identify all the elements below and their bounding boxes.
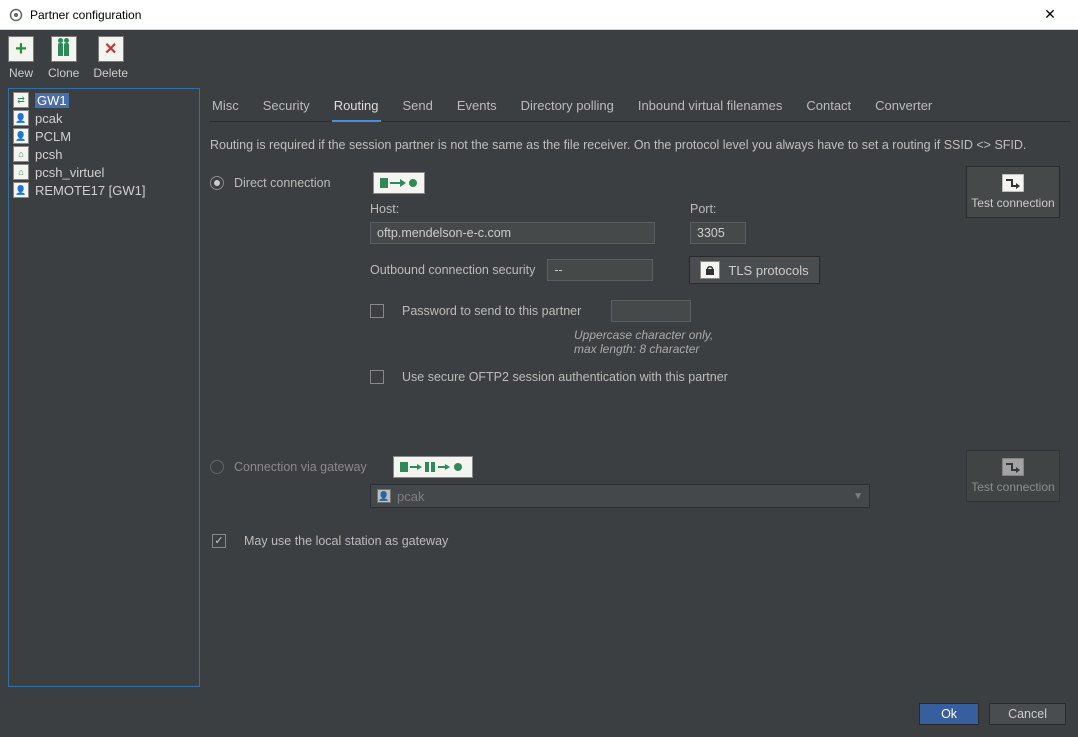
- footer: Ok Cancel: [0, 695, 1078, 737]
- partner-list[interactable]: ⇄ GW1 👤 pcak 👤 PCLM ⌂ pcsh ⌂ pcsh_virtue…: [8, 88, 200, 687]
- sidebar-item-label: pcsh: [35, 147, 62, 162]
- new-button[interactable]: + New: [8, 36, 34, 80]
- delete-label: Delete: [93, 66, 128, 80]
- test-connection-gateway-button: Test connection: [966, 450, 1060, 502]
- password-label: Password to send to this partner: [402, 304, 581, 318]
- gateway-icon: [393, 456, 473, 478]
- ok-button[interactable]: Ok: [919, 703, 979, 725]
- tls-protocols-button[interactable]: TLS protocols: [689, 256, 819, 284]
- gateway-select[interactable]: 👤 pcak ▼: [370, 484, 870, 508]
- tab-directorypolling[interactable]: Directory polling: [519, 94, 616, 121]
- new-label: New: [9, 66, 33, 80]
- secure-oftp2-checkbox[interactable]: [370, 370, 384, 384]
- clone-icon: [58, 43, 69, 56]
- test-connection-icon: [1002, 174, 1024, 192]
- partner-icon: 👤: [13, 110, 29, 126]
- sidebar-item-pcsh[interactable]: ⌂ pcsh: [9, 145, 199, 163]
- sidebar-item-gw1[interactable]: ⇄ GW1: [9, 91, 199, 109]
- sidebar-item-label: pcsh_virtuel: [35, 165, 104, 180]
- password-hint-1: Uppercase character only,: [574, 328, 1070, 342]
- password-input[interactable]: [611, 300, 691, 322]
- port-label: Port:: [690, 202, 890, 216]
- local-gateway-checkbox[interactable]: [212, 534, 226, 548]
- gateway-selected-value: pcak: [397, 489, 424, 504]
- partner-icon: ⌂: [13, 146, 29, 162]
- secure-oftp2-label: Use secure OFTP2 session authentication …: [402, 370, 728, 384]
- delete-icon: ✕: [104, 39, 117, 59]
- tab-routing[interactable]: Routing: [332, 94, 381, 121]
- tab-send[interactable]: Send: [401, 94, 435, 121]
- password-hint-2: max length: 8 character: [574, 342, 1070, 356]
- partner-icon: 👤: [377, 489, 391, 503]
- sidebar-item-remote17[interactable]: 👤 REMOTE17 [GW1]: [9, 181, 199, 199]
- sidebar-item-label: GW1: [35, 93, 69, 108]
- gateway-label: Connection via gateway: [234, 460, 367, 474]
- password-checkbox[interactable]: [370, 304, 384, 318]
- cancel-button[interactable]: Cancel: [989, 703, 1066, 725]
- outbound-security-field[interactable]: [547, 259, 653, 281]
- partner-icon: ⌂: [13, 164, 29, 180]
- host-label: Host:: [370, 202, 670, 216]
- clone-label: Clone: [48, 66, 79, 80]
- tab-misc[interactable]: Misc: [210, 94, 241, 121]
- routing-info: Routing is required if the session partn…: [210, 122, 1070, 166]
- tab-contact[interactable]: Contact: [804, 94, 853, 121]
- tab-security[interactable]: Security: [261, 94, 312, 121]
- sidebar-item-label: pcak: [35, 111, 62, 126]
- direct-connection-section: Direct connection Test connection Host: …: [210, 166, 1070, 390]
- chevron-down-icon: ▼: [853, 491, 863, 502]
- test-connection-gateway-label: Test connection: [971, 480, 1054, 494]
- toolbar: + New Clone ✕ Delete: [0, 30, 1078, 84]
- tab-converter[interactable]: Converter: [873, 94, 934, 121]
- gateway-section: Connection via gateway Test connection 👤…: [210, 450, 1070, 554]
- sidebar-item-pclm[interactable]: 👤 PCLM: [9, 127, 199, 145]
- window-title: Partner configuration: [30, 8, 1030, 22]
- app-icon: [8, 7, 24, 23]
- delete-button[interactable]: ✕ Delete: [93, 36, 128, 80]
- sidebar-item-pcak[interactable]: 👤 pcak: [9, 109, 199, 127]
- sidebar-item-label: REMOTE17 [GW1]: [35, 183, 146, 198]
- partner-icon: ⇄: [13, 92, 29, 108]
- sidebar-item-pcsh-virtuel[interactable]: ⌂ pcsh_virtuel: [9, 163, 199, 181]
- clone-button[interactable]: Clone: [48, 36, 79, 80]
- port-input[interactable]: [690, 222, 746, 244]
- lock-icon: [700, 261, 720, 279]
- direct-connection-radio[interactable]: [210, 176, 224, 190]
- tab-events[interactable]: Events: [455, 94, 499, 121]
- direct-connection-label: Direct connection: [234, 176, 331, 190]
- direct-connection-icon: [373, 172, 425, 194]
- tab-inbound[interactable]: Inbound virtual filenames: [636, 94, 785, 121]
- gateway-radio[interactable]: [210, 460, 224, 474]
- titlebar: Partner configuration ✕: [0, 0, 1078, 30]
- close-button[interactable]: ✕: [1030, 0, 1070, 30]
- sidebar-item-label: PCLM: [35, 129, 71, 144]
- host-input[interactable]: [370, 222, 655, 244]
- tls-protocols-label: TLS protocols: [728, 263, 808, 278]
- local-gateway-label: May use the local station as gateway: [244, 534, 448, 548]
- test-connection-icon: [1002, 458, 1024, 476]
- partner-icon: 👤: [13, 182, 29, 198]
- outbound-security-label: Outbound connection security: [370, 263, 535, 277]
- partner-icon: 👤: [13, 128, 29, 144]
- tab-bar: Misc Security Routing Send Events Direct…: [210, 88, 1070, 122]
- plus-icon: +: [15, 38, 27, 61]
